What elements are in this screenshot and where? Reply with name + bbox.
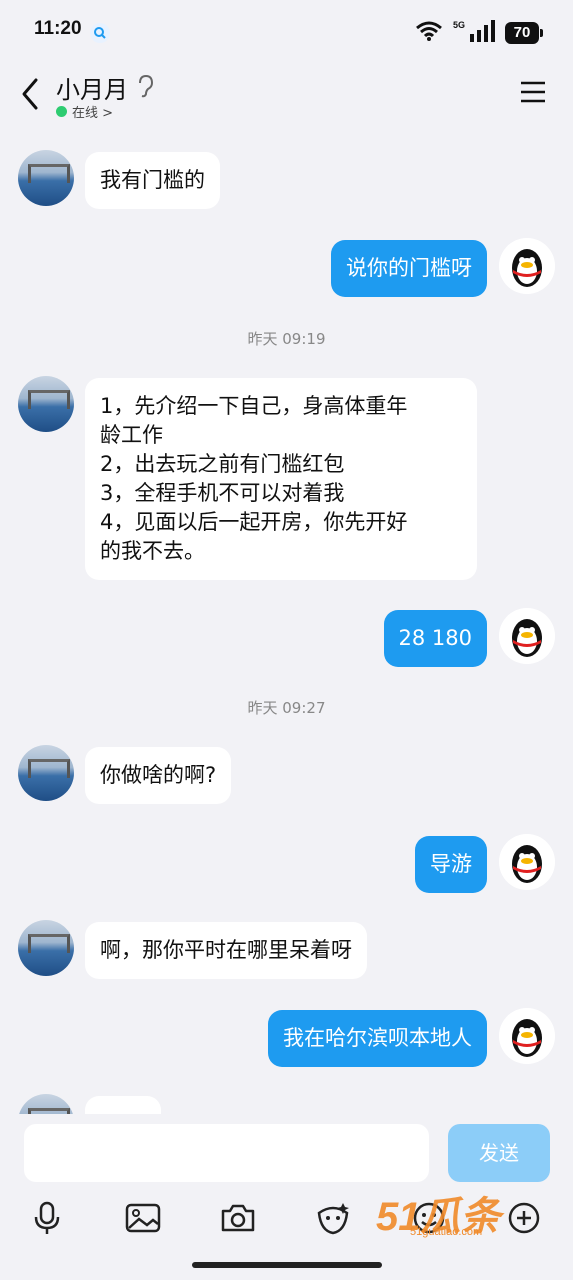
message-input[interactable]	[24, 1124, 429, 1182]
online-dot-icon	[56, 106, 67, 117]
network-type: 5G	[452, 20, 465, 30]
message-line: 的我不去。	[100, 539, 205, 563]
microphone-icon[interactable]	[27, 1198, 67, 1238]
status-bar: 11:20 5G 70	[0, 0, 573, 62]
contact-avatar[interactable]	[18, 920, 74, 976]
message-line: 2，出去玩之前有门槛红包	[100, 452, 345, 476]
sticker-icon[interactable]	[313, 1198, 353, 1238]
watermark-url: 51guatiao.com	[410, 1226, 483, 1238]
back-arrow-icon[interactable]	[18, 76, 46, 112]
message-line: 龄工作	[100, 423, 163, 447]
penguin-avatar-icon[interactable]	[499, 834, 555, 890]
message-bubble-incoming[interactable]: 啊，那你平时在哪里呆着呀	[85, 922, 367, 979]
message-bubble-incoming[interactable]	[85, 1096, 161, 1114]
status-time: 11:20	[34, 18, 82, 39]
online-label: 在线 >	[72, 106, 114, 121]
search-notification-icon	[90, 23, 110, 43]
message-bubble-incoming[interactable]: 我有门槛的	[85, 152, 220, 209]
contact-avatar[interactable]	[18, 376, 74, 432]
message-bubble-outgoing[interactable]: 说你的门槛呀	[331, 240, 487, 297]
message-line: 1，先介绍一下自己，身高体重年	[100, 394, 408, 418]
message-bubble-outgoing[interactable]: 我在哈尔滨呗本地人	[268, 1010, 487, 1067]
home-indicator[interactable]	[192, 1262, 382, 1268]
message-bubble-outgoing[interactable]: 导游	[415, 836, 487, 893]
penguin-avatar-icon[interactable]	[499, 608, 555, 664]
contact-avatar[interactable]	[18, 1094, 74, 1114]
contact-name[interactable]: 小月月	[56, 70, 128, 105]
camera-icon[interactable]	[218, 1198, 258, 1238]
penguin-avatar-icon[interactable]	[499, 1008, 555, 1064]
timestamp: 昨天 09:19	[247, 330, 326, 348]
chat-header: 小月月 在线 >	[0, 62, 573, 132]
menu-icon[interactable]	[519, 80, 547, 104]
message-bubble-outgoing[interactable]: 28 180	[383, 610, 487, 667]
battery-level: 70	[505, 22, 543, 44]
contact-avatar[interactable]	[18, 745, 74, 801]
image-icon[interactable]	[123, 1198, 163, 1238]
ear-icon	[136, 74, 154, 102]
message-line: 4，见面以后一起开房，你先开好	[100, 510, 408, 534]
plus-icon[interactable]	[504, 1198, 544, 1238]
message-list[interactable]: 我有门槛的 说你的门槛呀 昨天 09:19 1，先介绍一下自己，身高体重年 龄工…	[0, 132, 573, 1114]
message-bubble-incoming[interactable]: 你做啥的啊?	[85, 747, 232, 804]
message-bubble-incoming[interactable]: 1，先介绍一下自己，身高体重年 龄工作 2，出去玩之前有门槛红包 3，全程手机不…	[85, 378, 477, 580]
timestamp: 昨天 09:27	[247, 699, 326, 717]
signal-icon	[469, 20, 495, 46]
contact-avatar[interactable]	[18, 150, 74, 206]
online-status[interactable]: 在线 >	[56, 102, 113, 121]
composer: 发送 51瓜条 51guatiao.com	[0, 1114, 573, 1280]
penguin-avatar-icon[interactable]	[499, 238, 555, 294]
wifi-icon	[415, 20, 443, 46]
send-button[interactable]: 发送	[448, 1124, 550, 1182]
message-line: 3，全程手机不可以对着我	[100, 481, 345, 505]
